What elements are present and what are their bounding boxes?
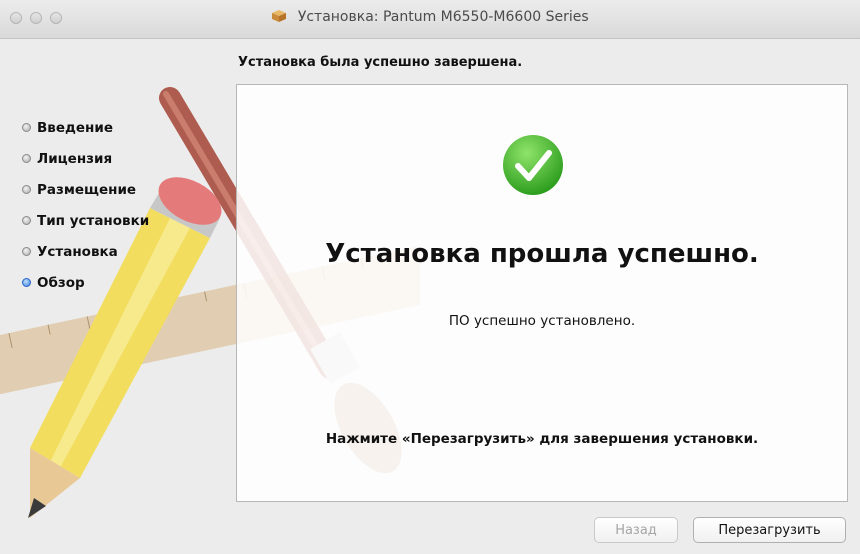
installer-window: Установка: Pantum M6550-M6600 Series Уст… [0,0,860,554]
step-bullet-icon [22,123,31,132]
package-icon [272,10,287,22]
active-step-bullet-icon [22,278,31,287]
success-message: ПО успешно установлено. [448,313,636,329]
sidebar-step-installation: Установка [22,236,149,267]
sidebar-step-installation-type: Тип установки [22,205,149,236]
step-bullet-icon [22,216,31,225]
success-title: Установка прошла успешно. [325,239,759,269]
step-label: Лицензия [37,150,113,167]
title-bar[interactable]: Установка: Pantum M6550-M6600 Series [0,0,860,39]
step-bullet-icon [22,154,31,163]
step-label: Введение [37,119,113,136]
sidebar-step-summary: Обзор [22,267,149,298]
sidebar-step-destination: Размещение [22,174,149,205]
restart-button[interactable]: Перезагрузить [693,517,846,543]
page-heading: Установка была успешно завершена. [238,55,523,70]
back-button[interactable]: Назад [594,517,678,543]
step-bullet-icon [22,247,31,256]
green-checkmark-icon [503,135,563,195]
content-pane: Установка прошла успешно. ПО успешно уст… [236,84,848,502]
window-title: Установка: Pantum M6550-M6600 Series [297,9,589,25]
sidebar-step-introduction: Введение [22,112,149,143]
step-bullet-icon [22,185,31,194]
window-title-container: Установка: Pantum M6550-M6600 Series [0,9,860,25]
sidebar-steps: Введение Лицензия Размещение Тип установ… [22,112,149,298]
restart-hint: Нажмите «Перезагрузить» для завершения у… [325,431,759,447]
step-label: Тип установки [37,212,150,229]
sidebar-step-license: Лицензия [22,143,149,174]
step-label: Обзор [37,274,85,291]
step-label: Размещение [37,181,137,198]
step-label: Установка [37,243,118,260]
